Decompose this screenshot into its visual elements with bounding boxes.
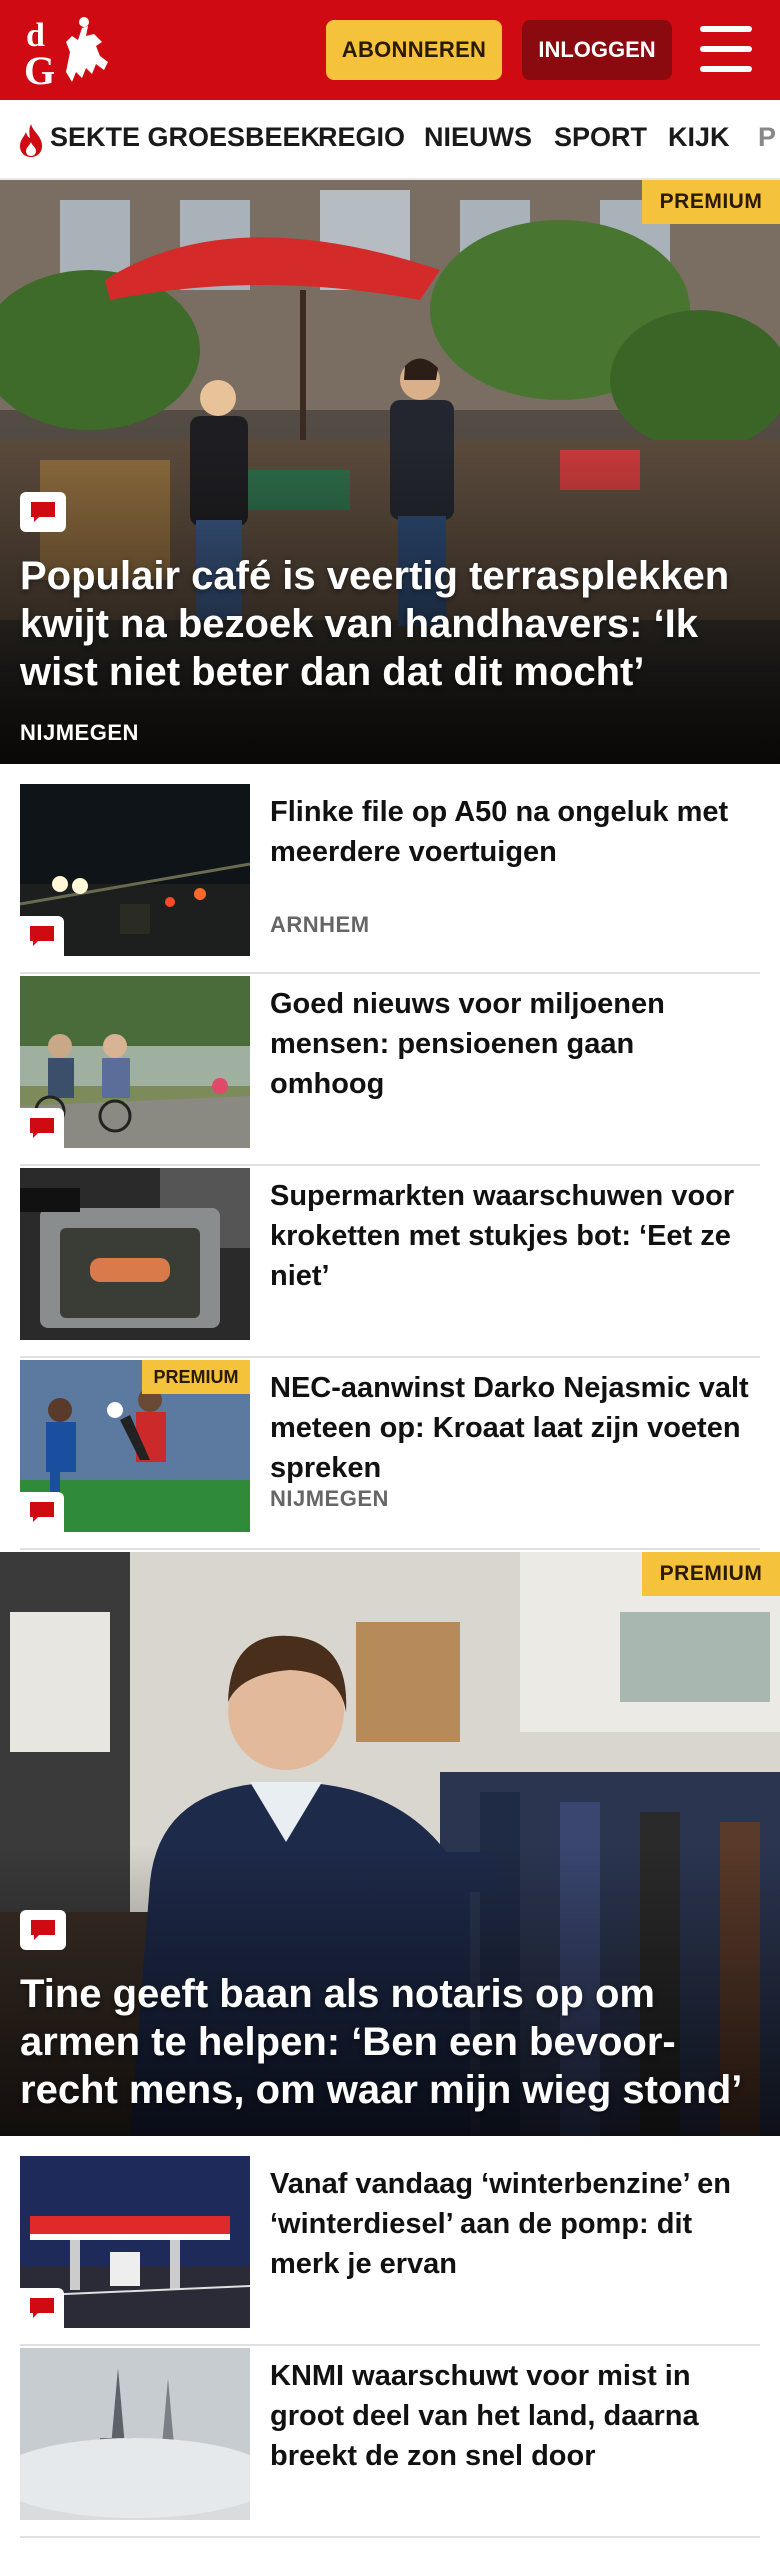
nav-item-kijk[interactable]: KIJK xyxy=(668,122,730,153)
article-headline[interactable]: KNMI waarschuwt voor mist in groot deel … xyxy=(270,2356,750,2476)
thumbnail-cyclists xyxy=(20,976,250,1148)
comment-icon xyxy=(30,2298,54,2318)
list-item[interactable]: PREMIUM NEC-aanwinst Darko Nejasmic valt… xyxy=(20,1360,760,1550)
hero-location-tag: NIJMEGEN xyxy=(20,720,139,745)
logo-dg[interactable]: d G xyxy=(22,12,118,90)
nav-item-regio[interactable]: REGIO xyxy=(318,122,405,153)
comment-badge xyxy=(20,2288,64,2328)
section-nav: SEKTE GROESBEEK REGIO NIEUWS SPORT KIJK … xyxy=(0,100,780,180)
article-headline[interactable]: Goed nieuws voor miljoenen mensen: pensi… xyxy=(270,984,750,1104)
nav-item-sport[interactable]: SPORT xyxy=(554,122,647,153)
location-tag: NIJMEGEN xyxy=(270,1486,389,1511)
list-item[interactable]: KNMI waarschuwt voor mist in groot deel … xyxy=(20,2348,760,2538)
list-item[interactable]: Goed nieuws voor miljoenen mensen: pensi… xyxy=(20,976,760,1166)
comment-badge xyxy=(20,1108,64,1148)
nav-item-nieuws[interactable]: NIEUWS xyxy=(424,122,532,153)
thumbnail-gas-station xyxy=(20,2156,250,2328)
hero-headline[interactable]: Populair café is veertig terrasplekken k… xyxy=(20,552,760,696)
comment-icon xyxy=(30,1118,54,1138)
comment-icon xyxy=(30,926,54,946)
flame-icon xyxy=(20,124,42,157)
premium-badge: PREMIUM xyxy=(642,1552,780,1596)
hero-article-cafe[interactable]: PREMIUM Populair café is veertig terrasp… xyxy=(0,180,780,764)
list-item[interactable]: Vanaf vandaag ‘winterbenzine’ en ‘winter… xyxy=(20,2156,760,2346)
article-headline[interactable]: Flinke file op A50 na ongeluk met meerde… xyxy=(270,792,750,872)
comment-badge xyxy=(20,1910,66,1950)
nav-item-partial[interactable]: P xyxy=(758,122,776,153)
thumbnail-football-match: PREMIUM xyxy=(20,1360,250,1532)
list-item[interactable]: Supermarkten waarschuwen voor kroketten … xyxy=(20,1168,760,1358)
menu-icon[interactable] xyxy=(700,26,752,72)
thumbnail-traffic-night xyxy=(20,784,250,956)
list-item[interactable]: Flinke file op A50 na ongeluk met meerde… xyxy=(20,784,760,974)
premium-badge: PREMIUM xyxy=(642,180,780,224)
comment-icon xyxy=(31,502,55,522)
login-button[interactable]: INLOGGEN xyxy=(522,20,672,80)
article-headline[interactable]: Supermarkten waarschuwen voor kroketten … xyxy=(270,1176,750,1296)
comment-badge xyxy=(20,492,66,532)
location-tag: ARNHEM xyxy=(270,912,370,937)
comment-icon xyxy=(31,1920,55,1940)
comment-badge xyxy=(20,916,64,956)
comment-icon xyxy=(30,1502,54,1522)
top-bar: d G ABONNEREN INLOGGEN xyxy=(0,0,780,100)
nav-item-sekte-groesbeek[interactable]: SEKTE GROESBEEK xyxy=(50,122,320,153)
thumbnail-foggy-town xyxy=(20,2348,250,2520)
article-headline[interactable]: Vanaf vandaag ‘winterbenzine’ en ‘winter… xyxy=(270,2164,750,2284)
thumbnail-deep-fryer xyxy=(20,1168,250,1340)
premium-badge: PREMIUM xyxy=(142,1360,250,1394)
subscribe-button[interactable]: ABONNEREN xyxy=(326,20,502,80)
svg-text:G: G xyxy=(24,48,55,90)
comment-badge xyxy=(20,1492,64,1532)
article-headline[interactable]: NEC-aanwinst Darko Nejasmic valt meteen … xyxy=(270,1368,750,1488)
hero-headline[interactable]: Tine geeft baan als notaris op om armen … xyxy=(20,1970,760,2114)
hero-article-notary[interactable]: PREMIUM Tine geeft baan als notaris op o… xyxy=(0,1552,780,2136)
